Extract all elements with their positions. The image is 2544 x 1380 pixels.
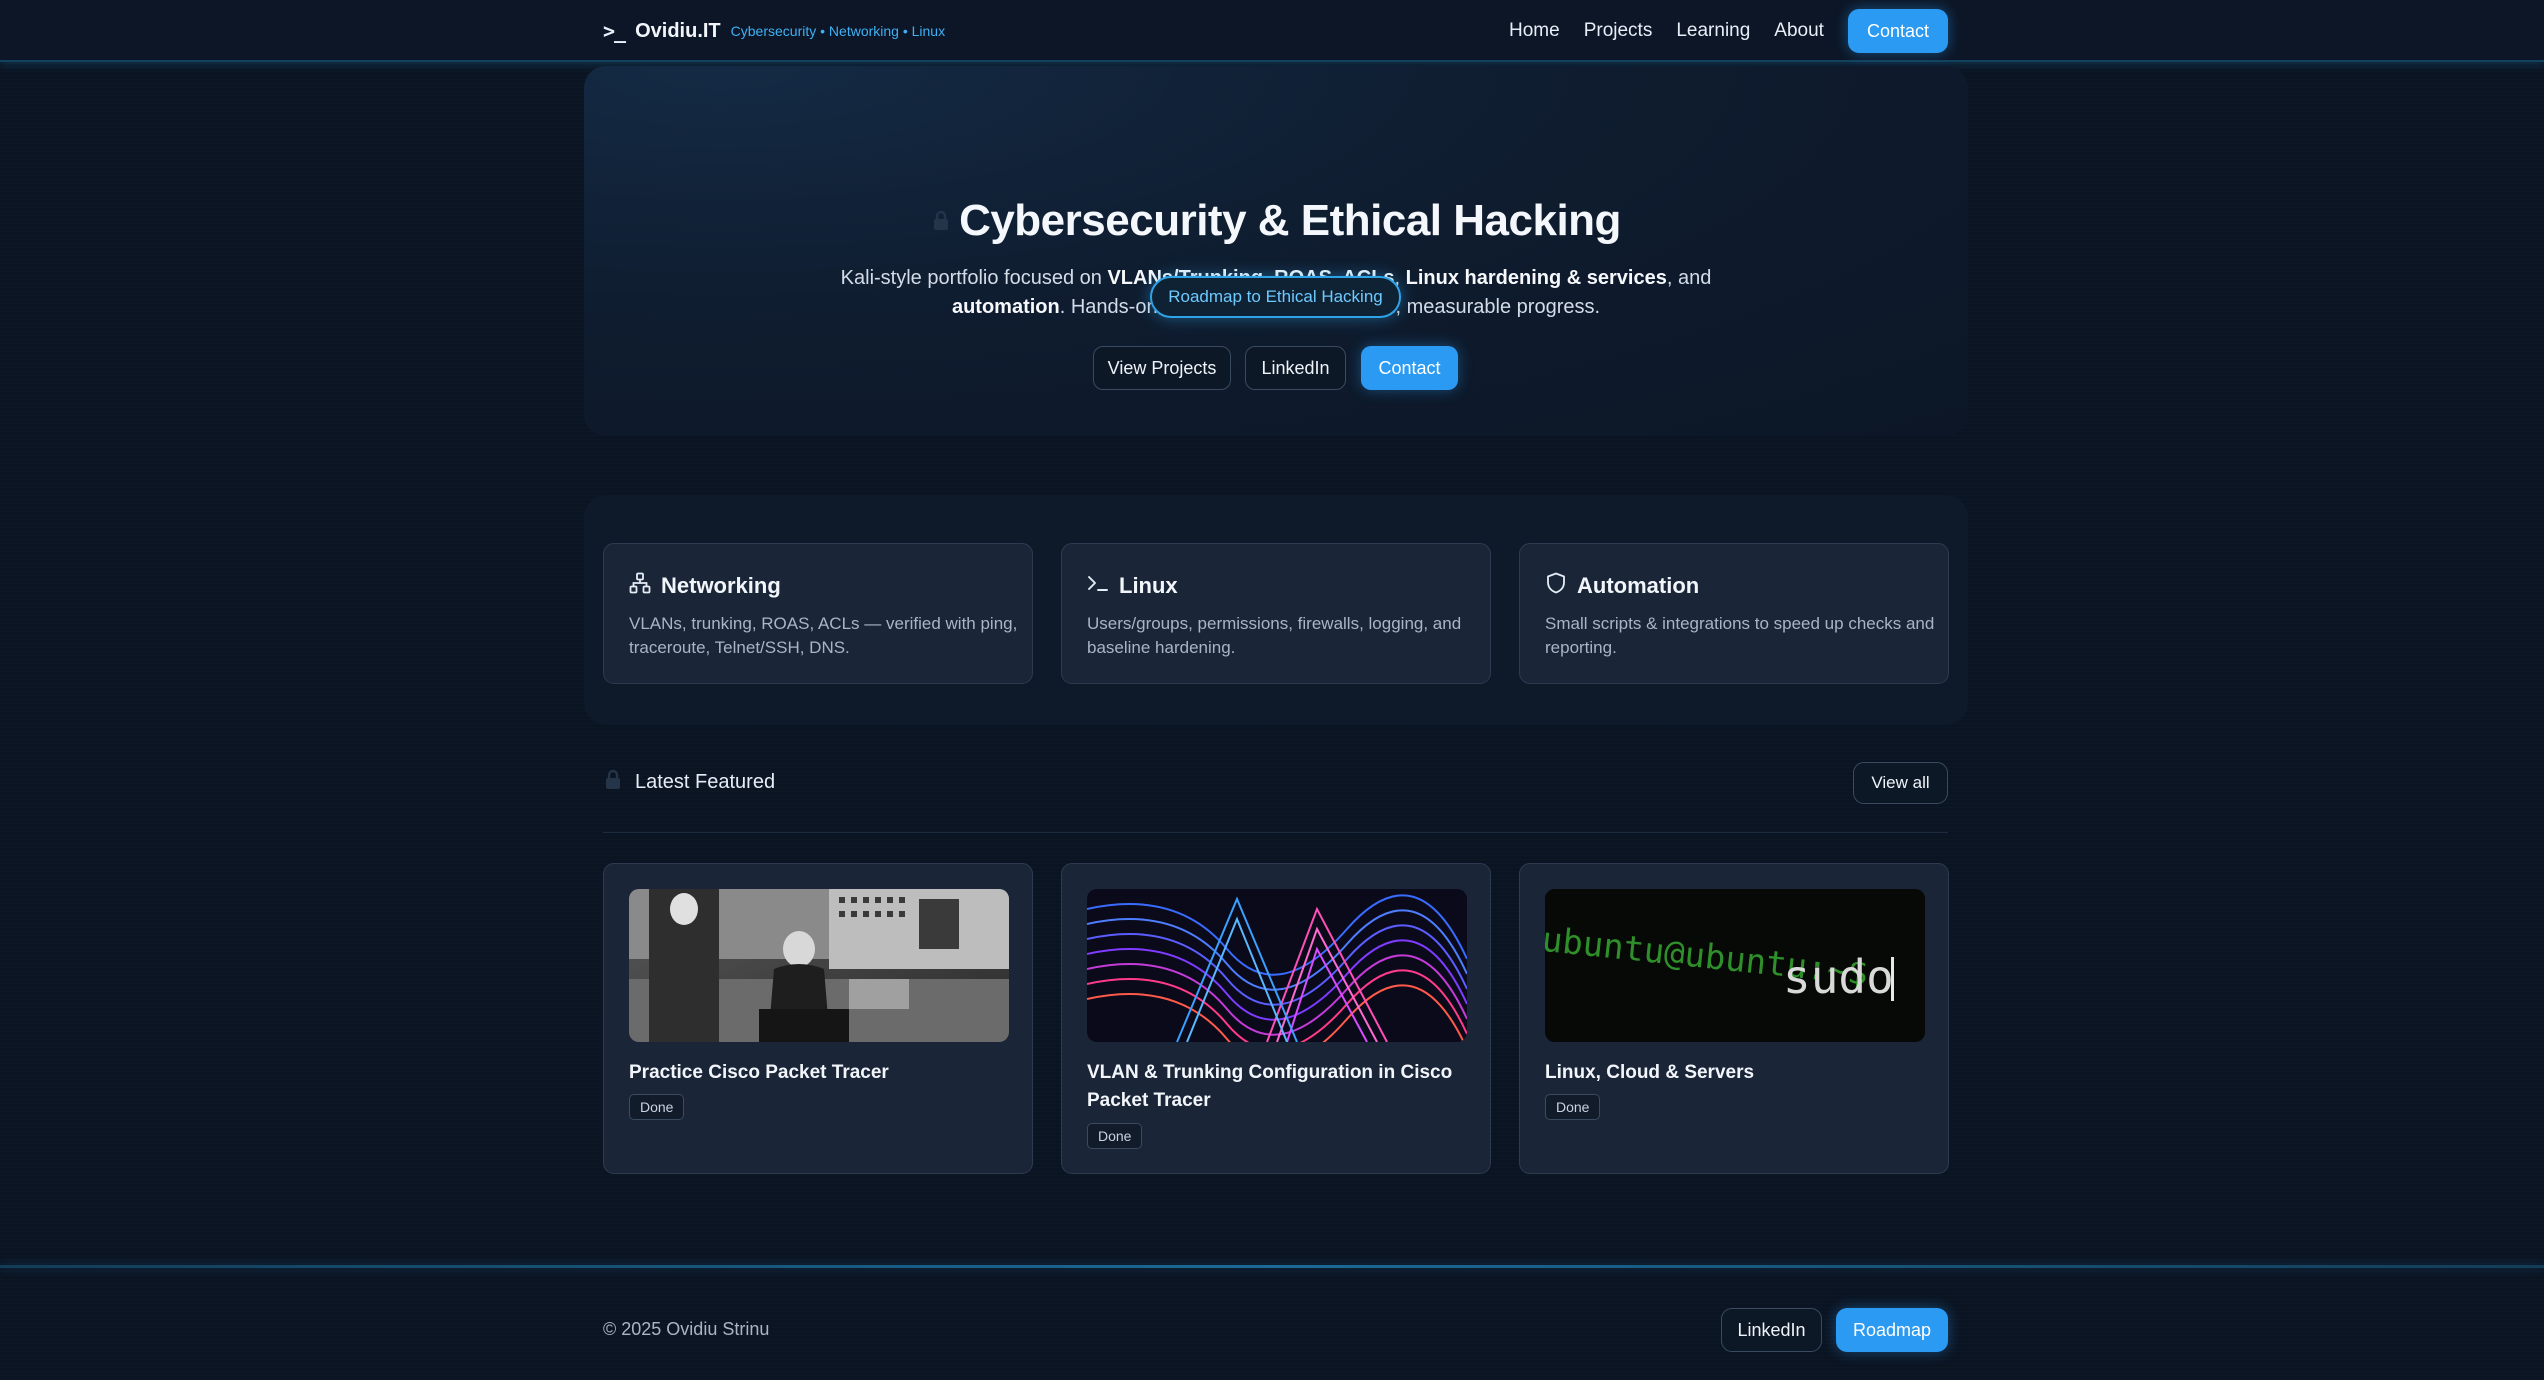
nav-link-learning[interactable]: Learning bbox=[1676, 20, 1750, 42]
top-navbar: >_ Ovidiu.IT Cybersecurity • Networking … bbox=[0, 0, 2544, 62]
brand-tagline: Cybersecurity • Networking • Linux bbox=[730, 23, 946, 39]
brand-name[interactable]: Ovidiu.IT bbox=[635, 20, 721, 43]
nav-link-about[interactable]: About bbox=[1774, 20, 1824, 42]
project-title[interactable]: VLAN & Trunking Configuration in Cisco P… bbox=[1087, 1059, 1467, 1115]
linkedin-button[interactable]: LinkedIn bbox=[1245, 346, 1346, 390]
status-badge: Done bbox=[629, 1094, 685, 1120]
hero-heading: Cybersecurity & Ethical Hacking bbox=[584, 196, 1968, 246]
roadmap-button[interactable]: Roadmap to Ethical Hacking bbox=[1150, 276, 1401, 318]
network-icon bbox=[629, 572, 651, 599]
project-thumbnail[interactable]: ubuntu@ubuntu:~$ sudo bbox=[1545, 889, 1925, 1042]
nav-link-projects[interactable]: Projects bbox=[1584, 20, 1653, 42]
latest-featured-title: Latest Featured bbox=[635, 771, 776, 793]
section-divider bbox=[603, 832, 1948, 833]
project-thumbnail[interactable] bbox=[1087, 889, 1467, 1042]
footer-divider bbox=[0, 1265, 2544, 1268]
view-all-button[interactable]: View all bbox=[1853, 762, 1948, 804]
feature-head: Networking bbox=[629, 572, 781, 599]
feature-title: Automation bbox=[1577, 572, 1700, 598]
status-badge: Done bbox=[1087, 1123, 1143, 1149]
project-title[interactable]: Practice Cisco Packet Tracer bbox=[629, 1059, 1009, 1087]
feature-head: Automation bbox=[1545, 572, 1699, 599]
project-card-vlan-trunking[interactable]: VLAN & Trunking Configuration in Cisco P… bbox=[1061, 863, 1491, 1174]
nav-contact-button[interactable]: Contact bbox=[1847, 9, 1948, 53]
feature-head: Linux bbox=[1087, 572, 1178, 599]
feature-title: Linux bbox=[1119, 572, 1178, 598]
status-badge: Done bbox=[1545, 1094, 1601, 1120]
footer-roadmap-button[interactable]: Roadmap bbox=[1836, 1308, 1948, 1352]
terminal-icon bbox=[1087, 572, 1109, 599]
copyright-text: © 2025 Ovidiu Strinu bbox=[603, 1319, 770, 1339]
shield-icon bbox=[1545, 572, 1567, 599]
project-card-packet-tracer[interactable]: Practice Cisco Packet Tracer Done bbox=[603, 863, 1033, 1174]
feature-card-automation: Automation Small scripts & integrations … bbox=[1519, 543, 1949, 684]
lock-icon bbox=[931, 194, 951, 244]
nav-links: Home Projects Learning About Contact bbox=[1485, 9, 1948, 53]
feature-description: Users/groups, permissions, firewalls, lo… bbox=[1087, 614, 1462, 657]
latest-featured-header: Latest Featured bbox=[603, 768, 775, 797]
hero-sub-text: , and bbox=[1666, 267, 1712, 289]
feature-card-linux: Linux Users/groups, permissions, firewal… bbox=[1061, 543, 1491, 684]
hero-title: Cybersecurity & Ethical Hacking bbox=[959, 196, 1621, 245]
feature-description: Small scripts & integrations to speed up… bbox=[1545, 614, 1935, 657]
terminal-prompt-icon[interactable]: >_ bbox=[603, 19, 626, 43]
contact-button[interactable]: Contact bbox=[1361, 346, 1458, 390]
feature-description: VLANs, trunking, ROAS, ACLs — verified w… bbox=[629, 614, 1018, 657]
view-projects-button[interactable]: View Projects bbox=[1093, 346, 1231, 390]
feature-title: Networking bbox=[661, 572, 781, 598]
hero-sub-bold: automation bbox=[951, 296, 1060, 318]
navbar-inner: >_ Ovidiu.IT Cybersecurity • Networking … bbox=[603, 0, 1948, 62]
nav-link-home[interactable]: Home bbox=[1509, 20, 1560, 42]
hero-sub-bold: Linux hardening & services bbox=[1405, 267, 1667, 289]
feature-card-networking: Networking VLANs, trunking, ROAS, ACLs —… bbox=[603, 543, 1033, 684]
lock-icon bbox=[603, 768, 623, 797]
project-thumbnail[interactable] bbox=[629, 889, 1009, 1042]
footer-linkedin-button[interactable]: LinkedIn bbox=[1721, 1308, 1822, 1352]
terminal-thumb-command: sudo bbox=[1783, 950, 1894, 1004]
hero-sub-text: Kali-style portfolio focused on bbox=[840, 267, 1108, 289]
project-card-linux-cloud[interactable]: ubuntu@ubuntu:~$ sudo Linux, Cloud & Ser… bbox=[1519, 863, 1949, 1174]
project-title[interactable]: Linux, Cloud & Servers bbox=[1545, 1059, 1925, 1087]
